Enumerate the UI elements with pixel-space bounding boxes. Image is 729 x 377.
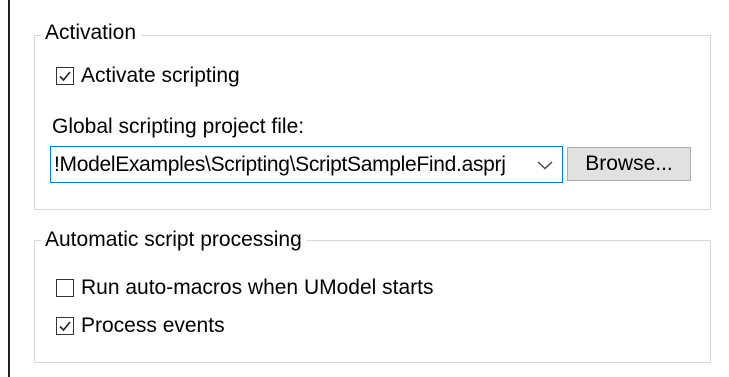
- dialog-left-edge: [8, 0, 10, 377]
- project-file-label: Global scripting project file:: [52, 115, 305, 138]
- browse-button[interactable]: Browse...: [567, 147, 691, 181]
- combo-dropdown-button[interactable]: [528, 147, 562, 182]
- project-file-value[interactable]: !ModelExamples\Scripting\ScriptSampleFin…: [51, 153, 528, 177]
- run-auto-macros-label: Run auto-macros when UModel starts: [81, 276, 434, 299]
- run-auto-macros-check-box[interactable]: [56, 279, 74, 297]
- run-auto-macros-checkbox[interactable]: Run auto-macros when UModel starts: [56, 276, 433, 300]
- project-file-combobox[interactable]: !ModelExamples\Scripting\ScriptSampleFin…: [50, 146, 563, 183]
- process-events-label: Process events: [81, 314, 225, 337]
- automatic-processing-group-box: [34, 240, 711, 363]
- checkmark-icon: [59, 71, 71, 82]
- activate-scripting-label: Activate scripting: [81, 64, 240, 87]
- chevron-down-icon: [537, 160, 553, 169]
- automatic-processing-group-legend: Automatic script processing: [41, 228, 307, 252]
- checkmark-icon: [59, 321, 71, 332]
- activate-scripting-check-box[interactable]: [56, 67, 74, 85]
- process-events-check-box[interactable]: [56, 317, 74, 335]
- process-events-checkbox[interactable]: Process events: [56, 314, 225, 338]
- activation-group-legend: Activation: [41, 21, 142, 45]
- activate-scripting-checkbox[interactable]: Activate scripting: [56, 64, 240, 88]
